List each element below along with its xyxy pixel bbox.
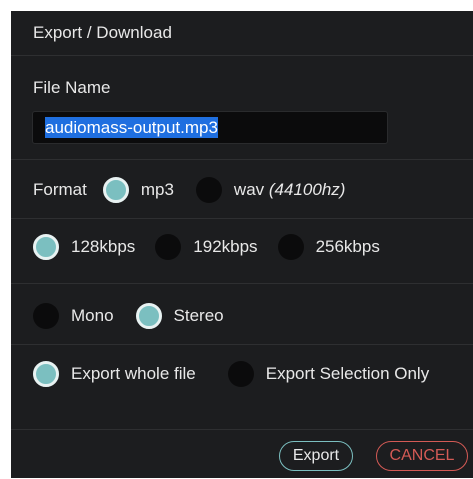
wav-radio[interactable] — [195, 177, 222, 203]
wav-label: wav (44100hz) — [233, 180, 346, 199]
channel-option-mono[interactable]: Mono — [33, 303, 114, 329]
divider — [11, 159, 473, 160]
bitrate-option-128[interactable]: 128kbps — [33, 234, 135, 260]
cancel-button[interactable]: CANCEL — [376, 441, 468, 471]
file-name-input[interactable]: audiomass-output.mp3 — [32, 111, 388, 144]
bitrate-row: 128kbps 192kbps 256kbps — [33, 232, 398, 262]
bitrate-256-label: 256kbps — [315, 237, 380, 256]
whole-file-label: Export whole file — [71, 364, 196, 383]
bitrate-192-label: 192kbps — [193, 237, 258, 256]
range-option-whole[interactable]: Export whole file — [33, 361, 196, 387]
range-option-selection[interactable]: Export Selection Only — [227, 361, 430, 387]
export-button[interactable]: Export — [279, 441, 353, 471]
dialog-footer: Export CANCEL — [11, 429, 473, 479]
channel-option-stereo[interactable]: Stereo — [135, 303, 224, 329]
format-row: Format mp3 wav (44100hz) — [33, 175, 363, 205]
bitrate-128-label: 128kbps — [71, 237, 136, 256]
mono-label: Mono — [71, 306, 114, 325]
file-name-value: audiomass-output.mp3 — [45, 117, 218, 138]
mp3-radio[interactable] — [102, 177, 129, 203]
divider — [11, 218, 473, 219]
divider — [11, 283, 473, 284]
divider — [11, 344, 473, 345]
bitrate-256-radio[interactable] — [277, 234, 304, 260]
format-option-wav[interactable]: wav (44100hz) — [195, 177, 346, 203]
mp3-label: mp3 — [140, 180, 174, 199]
format-option-mp3[interactable]: mp3 — [102, 177, 174, 203]
range-row: Export whole file Export Selection Only — [33, 359, 447, 389]
format-label: Format — [33, 180, 87, 199]
stereo-radio[interactable] — [135, 303, 162, 329]
selection-only-radio[interactable] — [227, 361, 254, 387]
channels-row: Mono Stereo — [33, 301, 242, 331]
whole-file-radio[interactable] — [33, 361, 59, 387]
wav-sample-rate: (44100hz) — [268, 180, 346, 199]
bitrate-128-radio[interactable] — [33, 234, 59, 260]
bitrate-option-192[interactable]: 192kbps — [155, 234, 258, 260]
bitrate-192-radio[interactable] — [155, 234, 182, 260]
mono-radio[interactable] — [33, 303, 59, 329]
stereo-label: Stereo — [173, 306, 224, 325]
export-dialog: Export / Download File Name audiomass-ou… — [11, 11, 473, 478]
file-name-label: File Name — [33, 78, 111, 97]
selection-only-label: Export Selection Only — [265, 364, 430, 383]
dialog-title: Export / Download — [11, 11, 473, 56]
bitrate-option-256[interactable]: 256kbps — [277, 234, 380, 260]
